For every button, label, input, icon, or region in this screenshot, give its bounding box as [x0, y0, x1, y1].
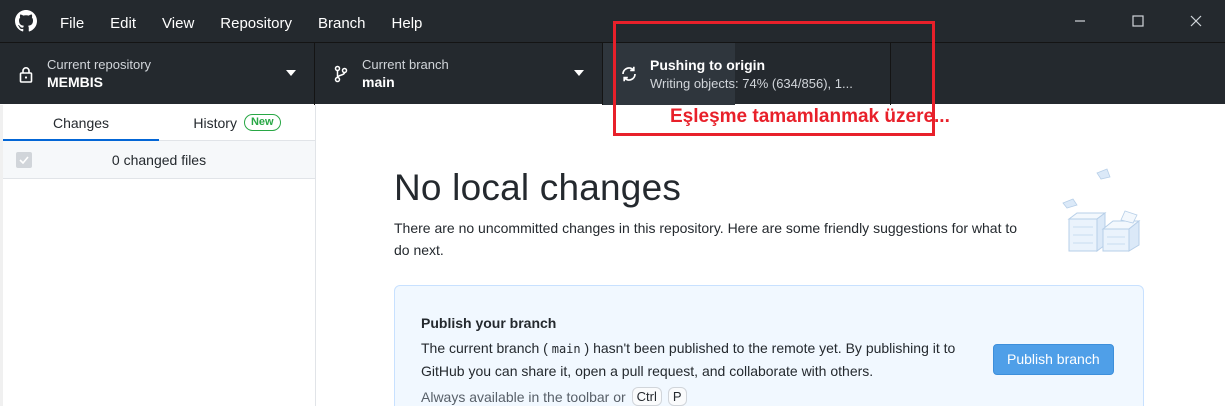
lock-icon: [17, 65, 35, 83]
menu-view[interactable]: View: [149, 0, 207, 42]
minimize-icon[interactable]: [1051, 0, 1109, 42]
publish-branch-card: Publish your branch The current branch (…: [394, 285, 1144, 406]
check-icon: [19, 156, 29, 164]
menu-help[interactable]: Help: [379, 0, 436, 42]
maximize-icon[interactable]: [1109, 0, 1167, 42]
kbd-ctrl: Ctrl: [631, 387, 662, 406]
shortcut-hint: Always available in the toolbar or Ctrl …: [421, 387, 687, 406]
new-badge: New: [243, 114, 281, 131]
current-repository-value: MEMBIS: [47, 74, 103, 90]
menu-branch[interactable]: Branch: [305, 0, 379, 42]
tab-changes-label: Changes: [52, 114, 110, 131]
window-controls: [1051, 0, 1225, 42]
menu-repository[interactable]: Repository: [207, 0, 305, 42]
git-branch-icon: [332, 65, 350, 83]
tab-history[interactable]: History New: [159, 105, 315, 140]
menu-bar: File Edit View Repository Branch Help: [47, 0, 435, 42]
current-repository-button[interactable]: Current repository MEMBIS: [0, 43, 315, 105]
publish-text-before: The current branch (: [421, 340, 552, 356]
current-branch-label: Current branch: [362, 57, 449, 72]
shortcut-hint-text: Always available in the toolbar or: [421, 388, 626, 405]
publish-branch-button[interactable]: Publish branch: [993, 344, 1114, 375]
annotation-text: Eşleşme tamamlanmak üzere...: [670, 106, 950, 127]
menu-edit[interactable]: Edit: [97, 0, 149, 42]
sidebar: Changes History New 0 changed files: [3, 105, 316, 406]
sidebar-tabs: Changes History New: [3, 105, 315, 141]
select-all-checkbox[interactable]: [16, 152, 32, 168]
page-description: There are no uncommitted changes in this…: [394, 220, 1018, 258]
branch-name-code: main: [551, 342, 581, 356]
current-branch-value: main: [362, 74, 395, 90]
menu-file[interactable]: File: [47, 0, 97, 42]
github-logo-icon: [5, 0, 47, 42]
empty-state-illustration-icon: [1055, 167, 1145, 261]
main-panel: No local changes There are no uncommitte…: [317, 105, 1225, 406]
chevron-down-icon: [286, 70, 296, 76]
changed-files-count: 0 changed files: [111, 151, 207, 168]
publish-branch-title: Publish your branch: [421, 315, 557, 331]
tab-history-label: History: [193, 114, 237, 131]
page-title: No local changes: [394, 167, 682, 208]
publish-branch-description: The current branch ( main ) hasn't been …: [421, 337, 981, 382]
current-repository-label: Current repository: [47, 57, 152, 72]
kbd-p: P: [667, 387, 687, 406]
close-icon[interactable]: [1167, 0, 1225, 42]
current-branch-button[interactable]: Current branch main: [315, 43, 603, 105]
changes-header-row: 0 changed files: [3, 141, 315, 179]
tab-changes[interactable]: Changes: [3, 105, 159, 141]
chevron-down-icon: [574, 70, 584, 76]
